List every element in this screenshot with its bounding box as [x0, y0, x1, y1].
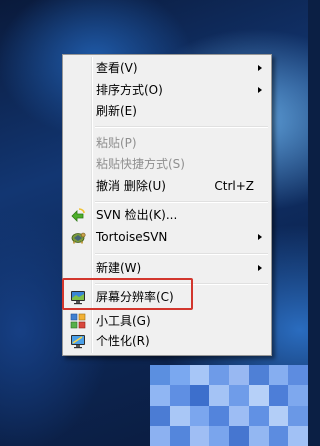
submenu-arrow-icon	[258, 234, 262, 240]
annotation-highlight-box	[62, 278, 193, 310]
menu-item-refresh[interactable]: 刷新(E)	[66, 101, 268, 121]
menu-item-label: 新建(W)	[96, 261, 142, 275]
menu-item-label: SVN 检出(K)...	[96, 208, 178, 222]
menu-item-label: 排序方式(O)	[96, 83, 163, 97]
desktop-context-menu: 查看(V) 排序方式(O) 刷新(E) 粘贴(P) 粘贴快捷方式(S) 撤消 删…	[62, 54, 272, 356]
menu-item-gadgets[interactable]: 小工具(G)	[66, 311, 268, 331]
menu-item-label: 小工具(G)	[96, 314, 151, 328]
submenu-arrow-icon	[258, 65, 262, 71]
menu-item-paste-shortcut[interactable]: 粘贴快捷方式(S)	[66, 154, 268, 174]
menu-item-undo-delete[interactable]: 撤消 删除(U) Ctrl+Z	[66, 176, 268, 196]
menu-separator	[95, 253, 268, 255]
menu-separator	[95, 126, 268, 128]
submenu-arrow-icon	[258, 265, 262, 271]
menu-item-personalize[interactable]: 个性化(R)	[66, 331, 268, 351]
menu-item-tortoisesvn[interactable]: TortoiseSVN	[66, 227, 268, 247]
menu-item-label: 粘贴快捷方式(S)	[96, 157, 185, 171]
menu-item-new[interactable]: 新建(W)	[66, 258, 268, 278]
svn-checkout-icon	[71, 208, 85, 222]
pixelated-watermark	[150, 365, 308, 446]
menu-item-label: 查看(V)	[96, 61, 138, 75]
menu-item-label: 撤消 删除(U)	[96, 179, 166, 193]
menu-item-svn-checkout[interactable]: SVN 检出(K)...	[66, 205, 268, 225]
menu-item-paste[interactable]: 粘贴(P)	[66, 133, 268, 153]
menu-item-label: TortoiseSVN	[96, 230, 168, 244]
gadgets-icon	[70, 313, 86, 329]
menu-item-label: 个性化(R)	[96, 334, 150, 348]
menu-item-label: 粘贴(P)	[96, 136, 137, 150]
menu-item-sort[interactable]: 排序方式(O)	[66, 80, 268, 100]
menu-separator	[95, 201, 268, 203]
personalize-icon	[71, 335, 85, 349]
submenu-arrow-icon	[258, 87, 262, 93]
menu-item-view[interactable]: 查看(V)	[66, 58, 268, 78]
tortoise-svn-icon	[71, 232, 86, 244]
menu-item-label: 刷新(E)	[96, 104, 137, 118]
menu-item-shortcut: Ctrl+Z	[214, 179, 254, 193]
